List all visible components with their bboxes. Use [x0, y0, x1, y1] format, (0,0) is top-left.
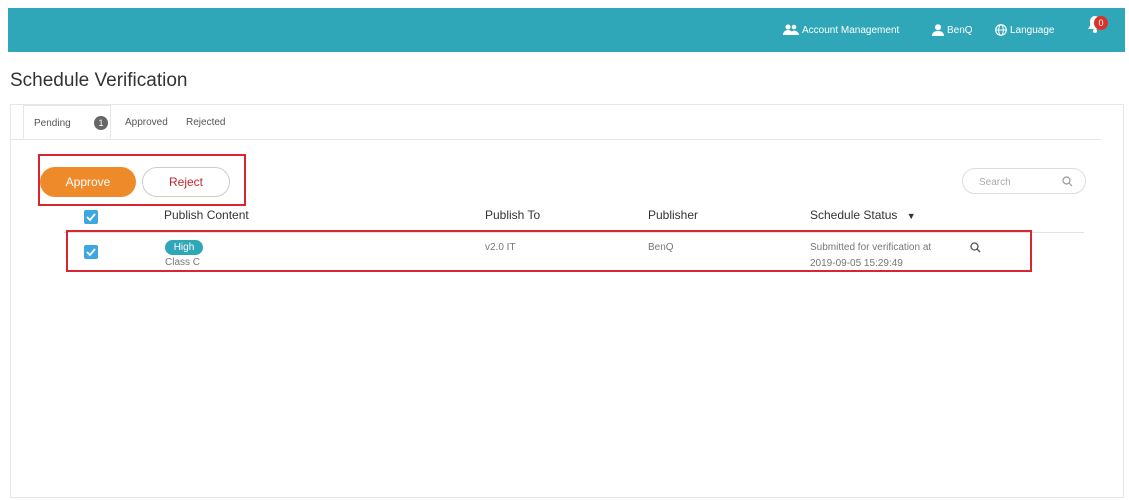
sort-caret-icon: ▼: [906, 211, 916, 221]
highlight-box-row: [66, 230, 1032, 272]
page-title: Schedule Verification: [10, 70, 188, 91]
pending-count-badge: 1: [94, 116, 108, 130]
search-icon[interactable]: [1062, 176, 1073, 187]
language-label: Language: [1010, 24, 1055, 36]
column-header-publish-content: Publish Content: [164, 208, 249, 222]
tab-approved[interactable]: Approved: [125, 117, 168, 128]
user-icon: [932, 24, 944, 36]
account-management-label: Account Management: [802, 24, 900, 36]
column-header-publish-to: Publish To: [485, 208, 541, 222]
notification-badge: 0: [1094, 16, 1108, 30]
account-management-link[interactable]: Account Management: [783, 8, 899, 52]
search-input[interactable]: [977, 173, 1061, 191]
tab-pending[interactable]: Pending 1: [23, 105, 111, 139]
schedule-status-label: Schedule Status: [810, 208, 898, 222]
user-name: BenQ: [947, 24, 973, 36]
column-header-schedule-status[interactable]: Schedule Status ▼: [810, 208, 916, 222]
highlight-box-actions: [38, 154, 246, 206]
select-all-checkbox[interactable]: [84, 210, 98, 224]
column-header-publisher: Publisher: [648, 208, 699, 222]
check-icon: [86, 213, 96, 222]
search-box: [962, 168, 1086, 194]
tab-pending-label: Pending: [34, 118, 71, 129]
tab-rejected[interactable]: Rejected: [186, 117, 225, 128]
language-menu[interactable]: Language: [995, 8, 1055, 52]
user-menu[interactable]: BenQ: [932, 8, 973, 52]
top-bar: Account Management BenQ Language: [8, 8, 1125, 52]
globe-icon: [995, 24, 1007, 36]
tab-bar: Pending 1 Approved Rejected: [11, 105, 1101, 140]
users-icon: [783, 24, 799, 35]
